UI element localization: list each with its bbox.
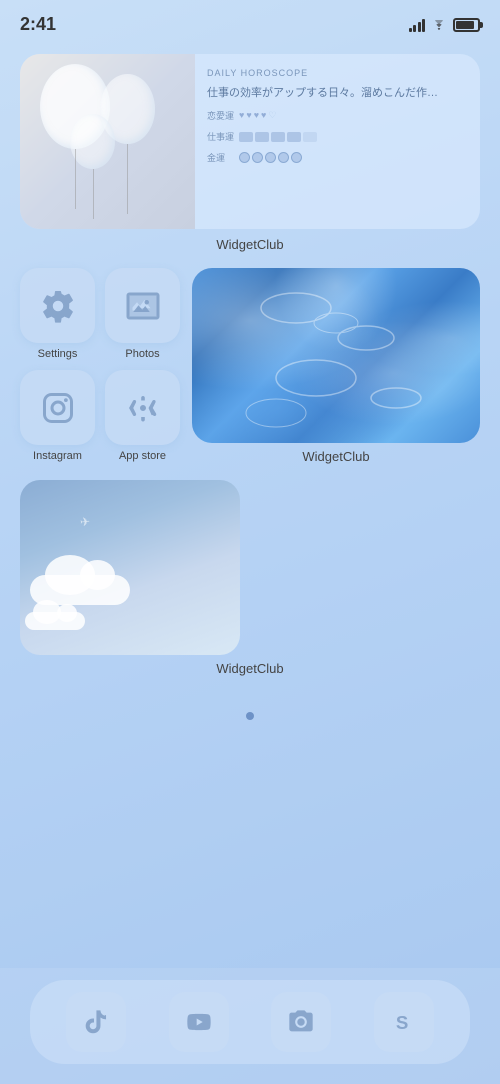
status-bar: 2:41 <box>0 0 500 44</box>
status-time: 2:41 <box>20 14 56 35</box>
love-hearts: ♥ ♥ ♥ ♥ ♡ <box>239 110 276 121</box>
appstore-icon-bg <box>105 370 180 445</box>
page-indicator <box>0 712 500 720</box>
settings-label: Settings <box>38 348 78 360</box>
wifi-icon <box>431 19 447 31</box>
work-bars <box>239 132 317 142</box>
water-ripples <box>192 268 480 443</box>
horoscope-widget[interactable]: DAILY HOROSCOPE 仕事の効率がアップする日々。溜めこんだ作… 恋愛… <box>20 54 480 229</box>
camera-icon <box>287 1008 315 1036</box>
photos-icon-bg <box>105 268 180 343</box>
dock-inner: S <box>30 980 470 1064</box>
app-instagram[interactable]: Instagram <box>20 370 95 462</box>
love-label: 恋愛運 <box>207 109 235 122</box>
sky-widget[interactable]: ✈ <box>20 480 240 655</box>
horoscope-info: DAILY HOROSCOPE 仕事の効率がアップする日々。溜めこんだ作… 恋愛… <box>195 54 480 229</box>
horoscope-love-row: 恋愛運 ♥ ♥ ♥ ♥ ♡ <box>207 109 468 122</box>
main-content: DAILY HOROSCOPE 仕事の効率がアップする日々。溜めこんだ作… 恋愛… <box>0 44 500 702</box>
svg-text:S: S <box>396 1012 408 1033</box>
sky-widget-section: ✈ WidgetClub <box>20 480 480 676</box>
photos-icon <box>125 288 161 324</box>
money-coins <box>239 152 302 163</box>
appstore-icon <box>125 390 161 426</box>
horoscope-title: DAILY HOROSCOPE <box>207 68 468 78</box>
app-grid-section: Settings Photos Instagr <box>20 268 480 464</box>
s-app-icon: S <box>390 1008 418 1036</box>
battery-icon <box>453 18 480 32</box>
horoscope-work-row: 仕事運 <box>207 130 468 143</box>
settings-icon-bg <box>20 268 95 343</box>
instagram-label: Instagram <box>33 450 82 462</box>
photos-label: Photos <box>125 348 159 360</box>
water-widget-label: WidgetClub <box>302 449 369 464</box>
cloud-2 <box>25 612 85 630</box>
dock: S <box>0 968 500 1084</box>
horoscope-text: 仕事の効率がアップする日々。溜めこんだ作… <box>207 86 468 101</box>
money-label: 金運 <box>207 151 235 164</box>
sky-widget-label: WidgetClub <box>20 661 480 676</box>
page-dot-active <box>246 712 254 720</box>
top-widget-label: WidgetClub <box>20 237 480 252</box>
appstore-label: App store <box>119 450 166 462</box>
dock-tiktok[interactable] <box>66 992 126 1052</box>
dock-youtube[interactable] <box>169 992 229 1052</box>
horoscope-money-row: 金運 <box>207 151 468 164</box>
app-appstore[interactable]: App store <box>105 370 180 462</box>
water-widget[interactable]: WidgetClub <box>192 268 480 464</box>
tiktok-icon <box>82 1008 110 1036</box>
signal-icon <box>409 18 426 32</box>
app-grid: Settings Photos Instagr <box>20 268 180 462</box>
work-label: 仕事運 <box>207 130 235 143</box>
settings-icon <box>40 288 76 324</box>
status-icons <box>409 18 481 32</box>
instagram-icon-bg <box>20 370 95 445</box>
sky-plane: ✈ <box>79 515 90 530</box>
app-settings[interactable]: Settings <box>20 268 95 360</box>
youtube-icon <box>185 1008 213 1036</box>
water-image <box>192 268 480 443</box>
app-photos[interactable]: Photos <box>105 268 180 360</box>
widget-balloon-image <box>20 54 195 229</box>
dock-s-app[interactable]: S <box>374 992 434 1052</box>
dock-camera[interactable] <box>271 992 331 1052</box>
instagram-icon <box>40 390 76 426</box>
